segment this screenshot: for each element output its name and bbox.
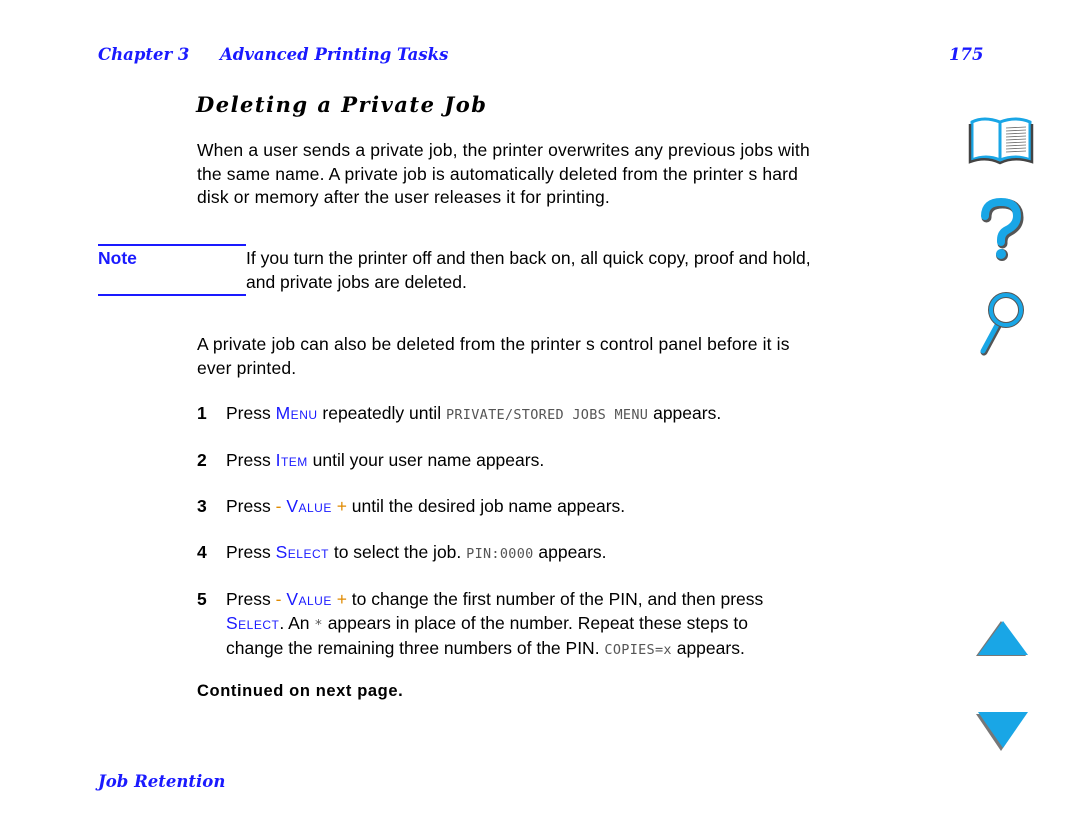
text-line: ever printed. xyxy=(197,357,297,378)
footer-section-link[interactable]: Job Retention xyxy=(98,772,225,791)
step-text: until your user name appears. xyxy=(307,450,545,470)
text-line: When a user sends a private job, the pri… xyxy=(197,140,810,160)
search-icon[interactable] xyxy=(976,290,1028,356)
text-line: the same name. A private job is automati… xyxy=(197,163,799,184)
note-rule-top xyxy=(98,244,246,246)
help-icon[interactable] xyxy=(975,198,1027,264)
text-line: disk or memory after the user releases i… xyxy=(197,187,610,207)
text-line: and private jobs are deleted. xyxy=(246,271,467,292)
continued-note: Continued on next page. xyxy=(197,682,404,700)
page-number: 175 xyxy=(949,45,984,64)
step-text: appears. xyxy=(671,638,745,658)
step-text: Press xyxy=(226,403,276,423)
step-text: Press xyxy=(226,450,276,470)
select-key: Select xyxy=(226,612,280,633)
step-text: . An xyxy=(279,612,315,633)
step-number: 5 xyxy=(197,589,207,609)
note-label: Note xyxy=(98,248,137,268)
menu-key: Menu xyxy=(275,403,318,423)
value-key: Value xyxy=(286,589,332,609)
lcd-message: PRIVATE/STORED JOBS MENU xyxy=(445,407,649,423)
previous-page-icon[interactable] xyxy=(974,618,1030,658)
book-icon[interactable] xyxy=(966,114,1036,166)
plus-sign: + xyxy=(331,589,347,609)
intro-paragraph: When a user sends a private job, the pri… xyxy=(197,139,937,210)
section-title: Deleting a Private Job xyxy=(196,92,488,117)
plus-sign: + xyxy=(331,496,347,516)
lcd-asterisk: * xyxy=(314,616,323,633)
minus-sign: - xyxy=(275,589,287,609)
step-text: appears. xyxy=(533,542,607,562)
step-text: Press xyxy=(226,542,276,562)
minus-sign: - xyxy=(275,496,287,516)
step-number: 4 xyxy=(197,542,207,562)
step-text: change the remaining three numbers of th… xyxy=(226,638,605,658)
lcd-message: COPIES=x xyxy=(604,642,672,658)
step-number: 1 xyxy=(197,403,207,423)
select-key: Select xyxy=(275,542,329,562)
chapter-title: Advanced Printing Tasks xyxy=(220,45,449,64)
paragraph-2: A private job can also be deleted from t… xyxy=(197,333,937,380)
step-text: Press xyxy=(226,589,276,609)
next-page-icon[interactable] xyxy=(974,710,1030,752)
step-text: to change the first number of the PIN, a… xyxy=(346,589,764,609)
step-text: to select the job. xyxy=(328,542,467,562)
note-text: If you turn the printer off and then bac… xyxy=(246,247,946,294)
step-number: 3 xyxy=(197,496,207,516)
step-number: 2 xyxy=(197,450,207,470)
step-text: repeatedly until xyxy=(317,403,446,423)
text-line: A private job can also be deleted from t… xyxy=(197,334,790,354)
value-key: Value xyxy=(286,496,332,516)
item-key: Item xyxy=(275,450,308,470)
step-text: appears in place of the number. Repeat t… xyxy=(322,612,748,633)
lcd-message: PIN:0000 xyxy=(466,546,534,562)
chapter-number: Chapter 3 xyxy=(98,45,190,64)
text-line: If you turn the printer off and then bac… xyxy=(246,248,811,268)
step-text: appears. xyxy=(648,403,722,423)
step-text: until the desired job name appears. xyxy=(346,496,626,516)
step-text: Press xyxy=(226,496,276,516)
note-rule-bottom xyxy=(98,294,246,296)
